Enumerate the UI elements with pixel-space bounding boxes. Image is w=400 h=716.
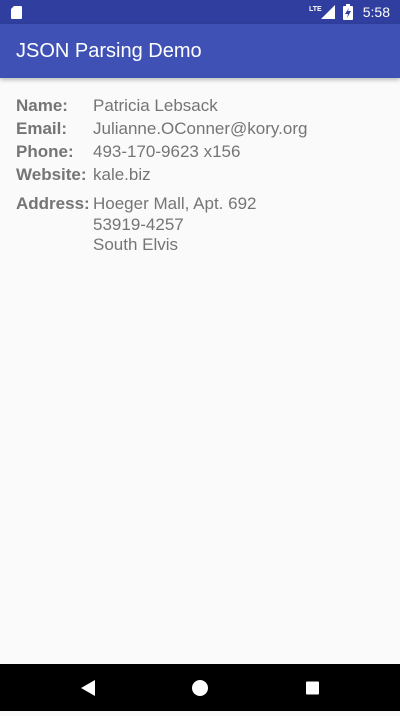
signal-icon [320, 5, 335, 19]
name-row: Name: Patricia Lebsack [16, 94, 386, 117]
address-line: South Elvis [93, 235, 179, 254]
back-icon [81, 680, 95, 696]
email-value: Julianne.OConner@kory.org [93, 119, 308, 138]
lte-signal-icon: LTE [309, 5, 335, 19]
recents-button[interactable] [288, 664, 336, 711]
website-row: Website: kale.biz [16, 163, 386, 186]
address-line: Hoeger Mall, Apt. 692 [93, 194, 257, 213]
app-bar: JSON Parsing Demo [0, 24, 400, 78]
home-button[interactable] [176, 664, 224, 711]
lte-icon: LTE [309, 6, 322, 13]
phone-label: Phone: [16, 142, 74, 161]
battery-charging-icon [342, 4, 353, 20]
status-icons: LTE 5:58 [309, 0, 390, 24]
address-line: 53919-4257 [93, 214, 184, 234]
name-value: Patricia Lebsack [93, 96, 218, 115]
status-bar: LTE 5:58 [0, 0, 400, 24]
address-label: Address: [16, 194, 90, 213]
app-title: JSON Parsing Demo [16, 39, 202, 62]
status-time: 5:58 [362, 4, 390, 20]
address-value: Hoeger Mall, Apt. 692 53919-4257 South E… [93, 194, 256, 256]
website-value: kale.biz [93, 165, 151, 184]
profile-details: Name: Patricia Lebsack Email: Julianne.O… [16, 94, 386, 256]
email-row: Email: Julianne.OConner@kory.org [16, 117, 386, 140]
navigation-bar [0, 664, 400, 711]
name-label: Name: [16, 96, 68, 115]
home-icon [192, 680, 208, 696]
address-row: Address: Hoeger Mall, Apt. 692 53919-425… [16, 194, 386, 256]
back-button[interactable] [64, 664, 112, 711]
website-label: Website: [16, 165, 87, 184]
phone-value: 493-170-9623 x156 [93, 142, 241, 161]
recents-icon [306, 681, 319, 695]
email-label: Email: [16, 119, 68, 138]
sd-card-icon [11, 6, 22, 19]
phone-row: Phone: 493-170-9623 x156 [16, 140, 386, 163]
